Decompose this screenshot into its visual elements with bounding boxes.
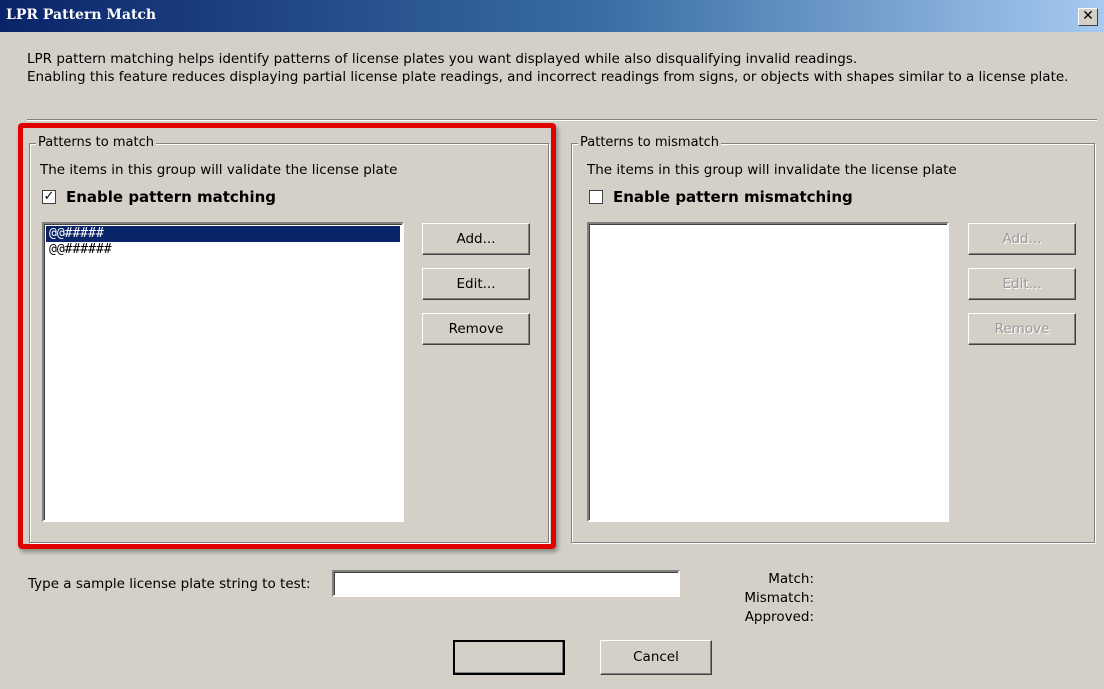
mismatch-remove-button: Remove — [968, 313, 1076, 345]
close-icon: ✕ — [1082, 8, 1094, 24]
mismatch-edit-button: Edit... — [968, 268, 1076, 300]
title-bar[interactable]: LPR Pattern Match ✕ — [0, 0, 1104, 32]
approved-result-label: Approved: — [744, 609, 814, 625]
enable-mismatching-checkbox[interactable] — [589, 190, 603, 204]
description-text: LPR pattern matching helps identify patt… — [27, 51, 1069, 85]
test-plate-input[interactable] — [332, 570, 680, 597]
match-result-label: Match: — [768, 571, 814, 587]
group-title-mismatch: Patterns to mismatch — [578, 135, 722, 150]
enable-mismatching-label[interactable]: Enable pattern mismatching — [613, 188, 853, 206]
mismatch-result-label: Mismatch: — [744, 590, 814, 606]
mismatch-info-text: The items in this group will invalidate … — [587, 162, 957, 178]
highlight-annotation — [18, 123, 556, 549]
separator — [27, 119, 1097, 121]
cancel-button[interactable]: Cancel — [600, 640, 712, 675]
window-title: LPR Pattern Match — [6, 7, 157, 23]
ok-button[interactable] — [453, 640, 565, 675]
test-label: Type a sample license plate string to te… — [28, 576, 311, 592]
mismatch-add-button: Add... — [968, 223, 1076, 255]
mismatch-pattern-list[interactable] — [587, 222, 949, 522]
close-button[interactable]: ✕ — [1078, 8, 1098, 26]
